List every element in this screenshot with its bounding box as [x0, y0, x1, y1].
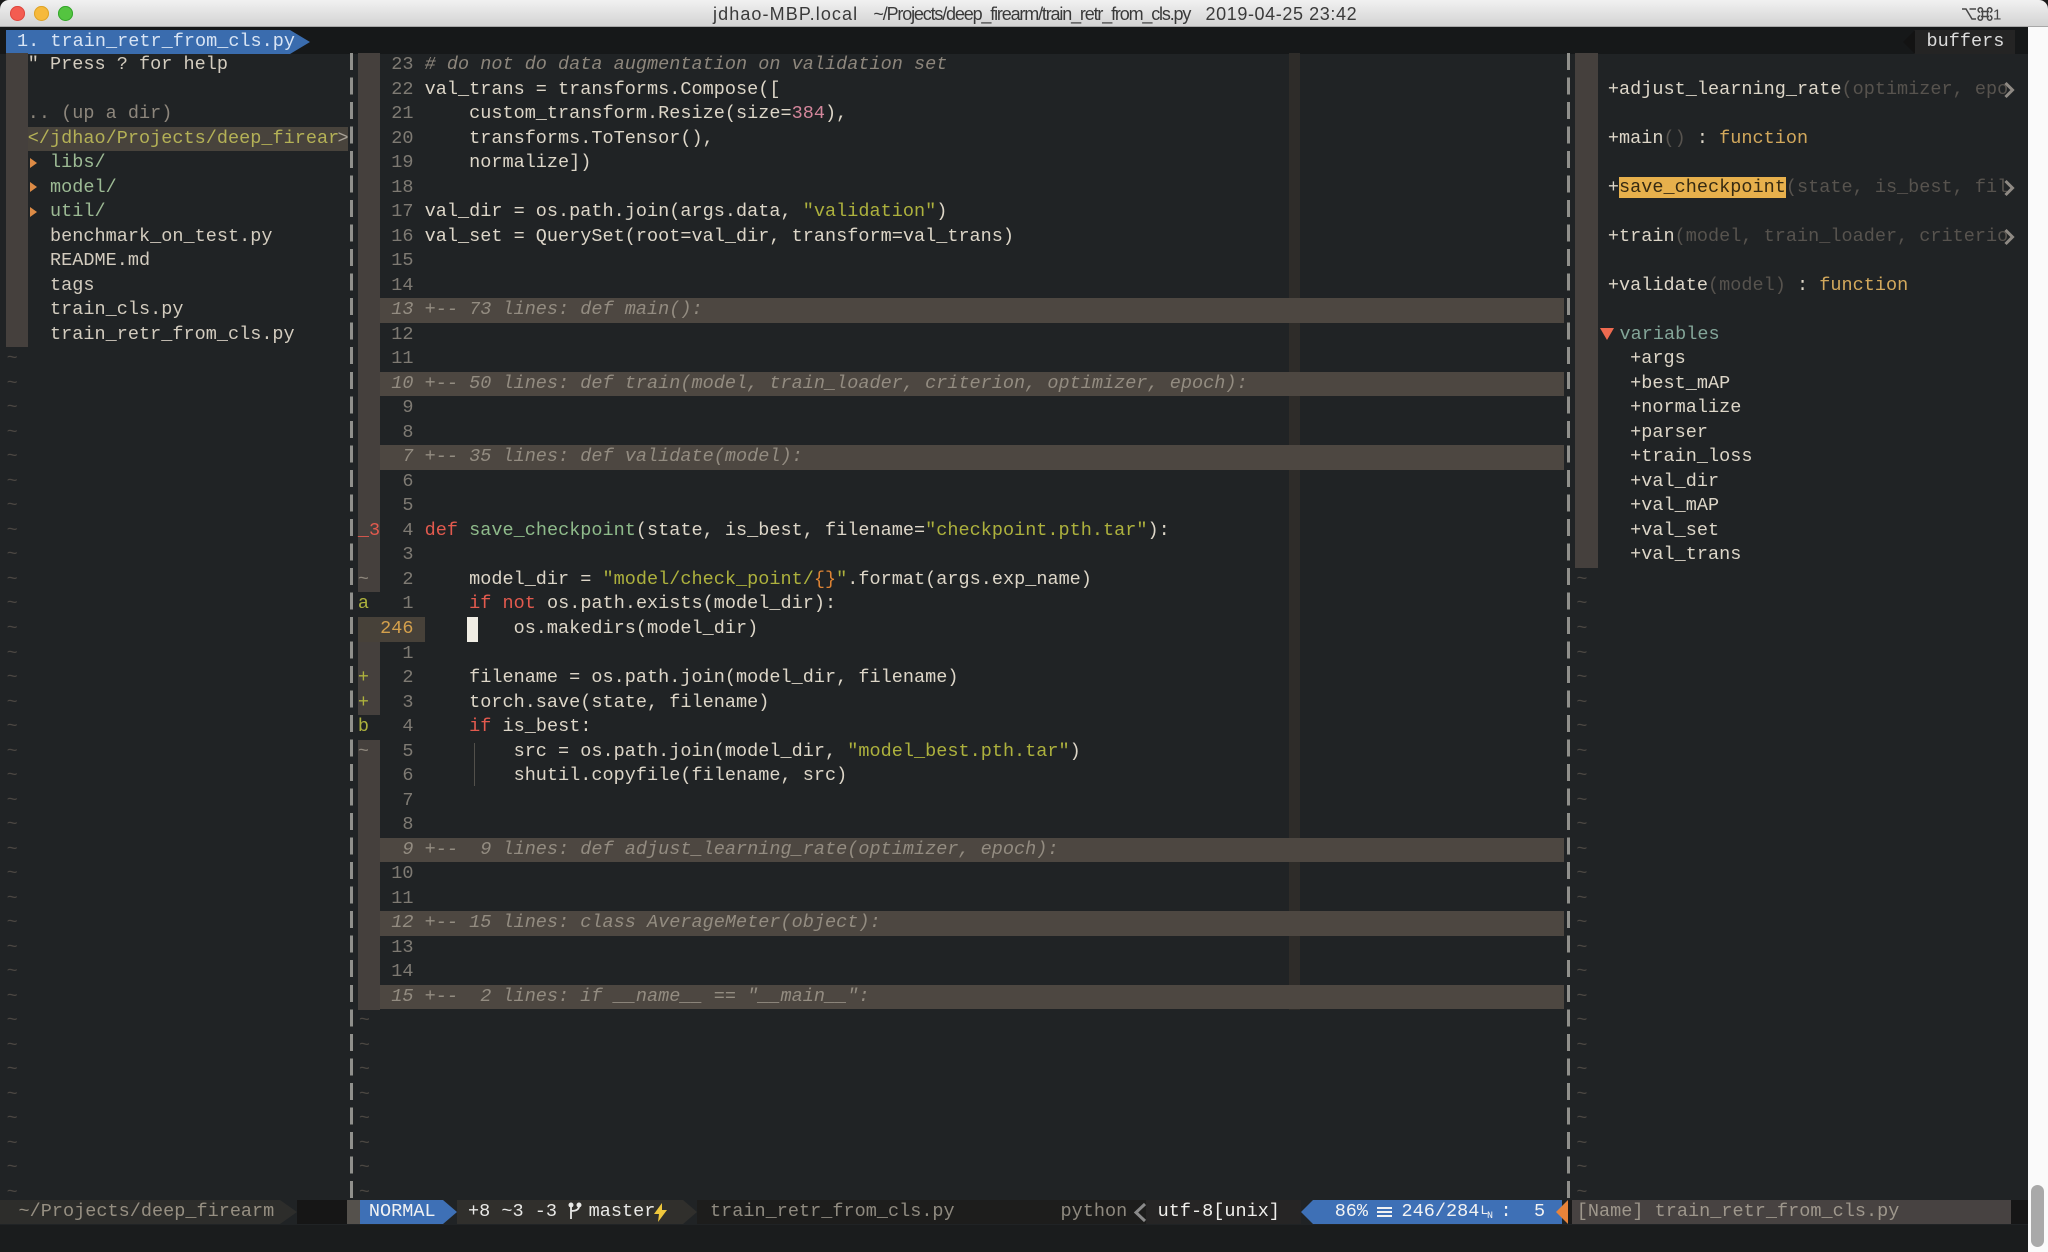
svg-text:1: 1 — [1993, 7, 2001, 24]
